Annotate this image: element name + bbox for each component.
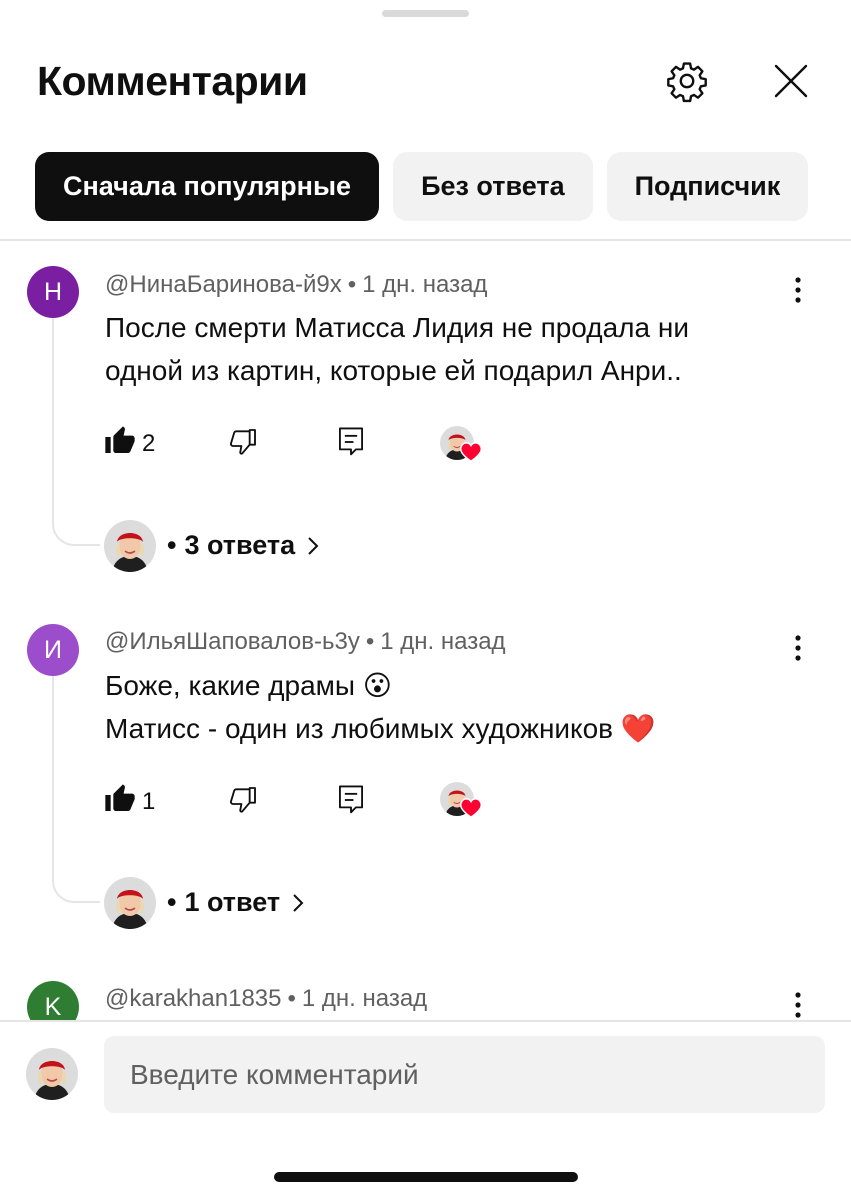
like-count: 2	[142, 429, 156, 457]
separator-dot: •	[287, 985, 296, 1012]
thumb-down-icon	[227, 784, 259, 821]
comment-author[interactable]: @ИльяШаповалов-ь3у	[105, 628, 360, 655]
comment-meta: @НинаБаринова-й9х • 1 дн. назад	[105, 271, 487, 299]
avatar[interactable]: Н	[27, 266, 79, 318]
like-button[interactable]: 2	[104, 425, 155, 462]
comment-reply-icon	[336, 784, 366, 821]
comment-time: 1 дн. назад	[362, 271, 488, 298]
more-vert-icon	[795, 991, 801, 1023]
comment-time: 1 дн. назад	[301, 985, 428, 1012]
replies-count: 3 ответа	[184, 530, 296, 560]
thread-connector	[52, 676, 100, 903]
avatar[interactable]: И	[27, 624, 79, 676]
page-title: Комментарии	[37, 58, 308, 104]
sort-filter-chips: Сначала популярные Без ответа Подписчик	[35, 152, 851, 222]
reply-avatar	[104, 520, 156, 572]
home-indicator	[274, 1172, 578, 1182]
close-button[interactable]	[766, 58, 816, 108]
chip-popular-first[interactable]: Сначала популярные	[35, 152, 380, 221]
heart-icon	[460, 798, 482, 823]
view-replies-link[interactable]: • 3 ответа	[167, 530, 319, 561]
header-divider	[0, 239, 851, 241]
separator-dot: •	[365, 628, 375, 655]
comment-text-line: После смерти Матисса Лидия не продала ни	[105, 312, 689, 343]
chevron-right-icon	[307, 536, 319, 556]
reply-button[interactable]	[336, 426, 366, 463]
gear-icon	[665, 59, 709, 108]
user-avatar	[26, 1048, 78, 1100]
thumb-up-icon	[104, 425, 136, 462]
chip-unanswered[interactable]: Без ответа	[393, 152, 593, 221]
replies-count: 1 ответ	[184, 887, 281, 917]
chip-subscribers[interactable]: Подписчик	[606, 152, 809, 221]
comment-time: 1 дн. назад	[380, 628, 506, 655]
drag-handle[interactable]	[382, 10, 469, 17]
creator-heart-badge	[440, 782, 482, 824]
reply-avatar	[104, 877, 156, 929]
separator-dot: •	[167, 530, 177, 560]
thumb-up-icon	[104, 783, 136, 820]
more-vert-icon	[795, 276, 801, 308]
view-replies-link[interactable]: • 1 ответ	[167, 887, 304, 918]
separator-dot: •	[167, 887, 177, 917]
like-button[interactable]: 1	[104, 783, 155, 820]
comment-author[interactable]: @НинаБаринова-й9х	[105, 271, 342, 298]
reply-button[interactable]	[336, 784, 366, 821]
more-options-button[interactable]	[783, 272, 813, 312]
comment-meta: @karakhan1835 • 1 дн. назад	[105, 985, 427, 1013]
settings-button[interactable]	[660, 56, 714, 110]
more-vert-icon	[795, 634, 801, 666]
thread-connector	[52, 318, 100, 546]
comment-text-line: одной из картин, которые ей подарил Анри…	[105, 355, 682, 386]
more-options-button[interactable]	[783, 630, 813, 670]
heart-icon	[460, 442, 482, 467]
comment-text-line: Боже, какие драмы 😮	[105, 670, 392, 701]
comment-input[interactable]	[104, 1036, 825, 1113]
creator-heart-badge	[440, 426, 482, 468]
composer-divider	[0, 1020, 851, 1022]
separator-dot: •	[347, 271, 357, 298]
comment-meta: @ИльяШаповалов-ь3у • 1 дн. назад	[105, 628, 506, 656]
comment-text-line: Матисс - один из любимых художников ❤️	[105, 713, 656, 744]
chevron-right-icon	[292, 893, 304, 913]
like-count: 1	[142, 787, 156, 815]
dislike-button[interactable]	[227, 784, 259, 821]
thumb-down-icon	[227, 426, 259, 463]
close-icon	[773, 63, 809, 104]
dislike-button[interactable]	[227, 426, 259, 463]
comment-author[interactable]: @karakhan1835	[105, 985, 281, 1012]
comment-reply-icon	[336, 426, 366, 463]
